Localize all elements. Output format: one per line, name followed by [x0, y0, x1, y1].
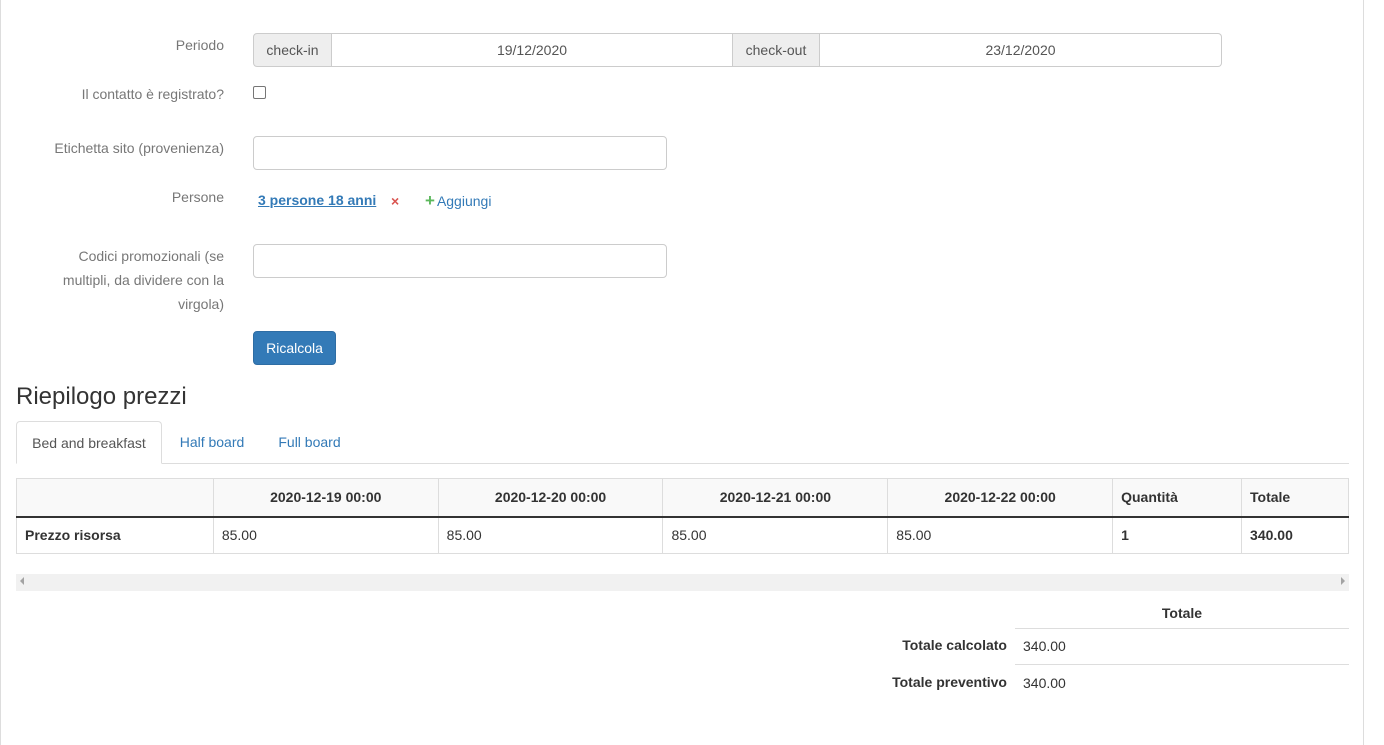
- checkout-date-input[interactable]: 23/12/2020: [820, 33, 1222, 67]
- tab-half-board[interactable]: Half board: [165, 421, 259, 463]
- board-tabs: Bed and breakfast Half board Full board: [16, 421, 1349, 464]
- totale-preventivo-value: 340.00: [1023, 675, 1066, 691]
- summary-title: Riepilogo prezzi: [16, 383, 187, 410]
- table-header: Totale: [1241, 478, 1349, 518]
- tab-full-board[interactable]: Full board: [265, 421, 354, 463]
- page-frame: [0, 0, 1364, 745]
- table-header-row: 2020-12-19 00:00 2020-12-20 00:00 2020-1…: [16, 478, 1349, 518]
- price-table: 2020-12-19 00:00 2020-12-20 00:00 2020-1…: [16, 478, 1349, 554]
- totals-divider: [1015, 664, 1349, 665]
- table-cell: 85.00: [887, 516, 1114, 554]
- table-header: [16, 478, 214, 518]
- table-header: Quantità: [1112, 478, 1243, 518]
- etichetta-label: Etichetta sito (provenienza): [54, 140, 224, 156]
- totale-calcolato-value: 340.00: [1023, 638, 1066, 654]
- periodo-label: Periodo: [175, 37, 224, 53]
- etichetta-input[interactable]: [253, 136, 667, 170]
- table-header: 2020-12-22 00:00: [887, 478, 1114, 518]
- tab-bed-and-breakfast[interactable]: Bed and breakfast: [16, 421, 162, 464]
- period-input-group: check-in 19/12/2020 check-out 23/12/2020: [253, 33, 1222, 67]
- ricalcola-button[interactable]: Ricalcola: [253, 331, 336, 365]
- persone-link[interactable]: 3 persone 18 anni: [258, 192, 376, 208]
- totale-calcolato-label: Totale calcolato: [902, 637, 1007, 653]
- horizontal-scrollbar[interactable]: [16, 574, 1349, 591]
- codici-input[interactable]: [253, 244, 667, 278]
- persone-label: Persone: [171, 189, 224, 205]
- table-row: Prezzo risorsa 85.00 85.00 85.00 85.00 1…: [16, 516, 1349, 554]
- totale-preventivo-label: Totale preventivo: [892, 674, 1007, 690]
- table-cell: 340.00: [1241, 516, 1349, 554]
- table-cell: 85.00: [212, 516, 439, 554]
- table-header: 2020-12-20 00:00: [437, 478, 664, 518]
- registrato-label: Il contatto è registrato?: [81, 86, 224, 102]
- scroll-right-icon[interactable]: [1341, 577, 1345, 585]
- table-header: 2020-12-19 00:00: [212, 478, 439, 518]
- checkin-addon: check-in: [253, 33, 332, 67]
- table-cell: 85.00: [662, 516, 889, 554]
- remove-icon[interactable]: ×: [391, 193, 399, 209]
- codici-label: Codici promozionali (se multipli, da div…: [62, 248, 224, 312]
- registrato-checkbox[interactable]: [253, 86, 266, 99]
- totals-header: Totale: [1015, 597, 1349, 629]
- checkin-date-input[interactable]: 19/12/2020: [332, 33, 733, 67]
- table-cell: Prezzo risorsa: [16, 516, 214, 554]
- add-persona-link[interactable]: + Aggiungi: [425, 191, 492, 210]
- table-cell: 1: [1112, 516, 1243, 554]
- plus-icon: +: [425, 191, 435, 210]
- add-label: Aggiungi: [436, 193, 492, 209]
- scroll-left-icon[interactable]: [20, 577, 24, 585]
- checkout-addon: check-out: [733, 33, 820, 67]
- table-header: 2020-12-21 00:00: [662, 478, 889, 518]
- table-cell: 85.00: [437, 516, 664, 554]
